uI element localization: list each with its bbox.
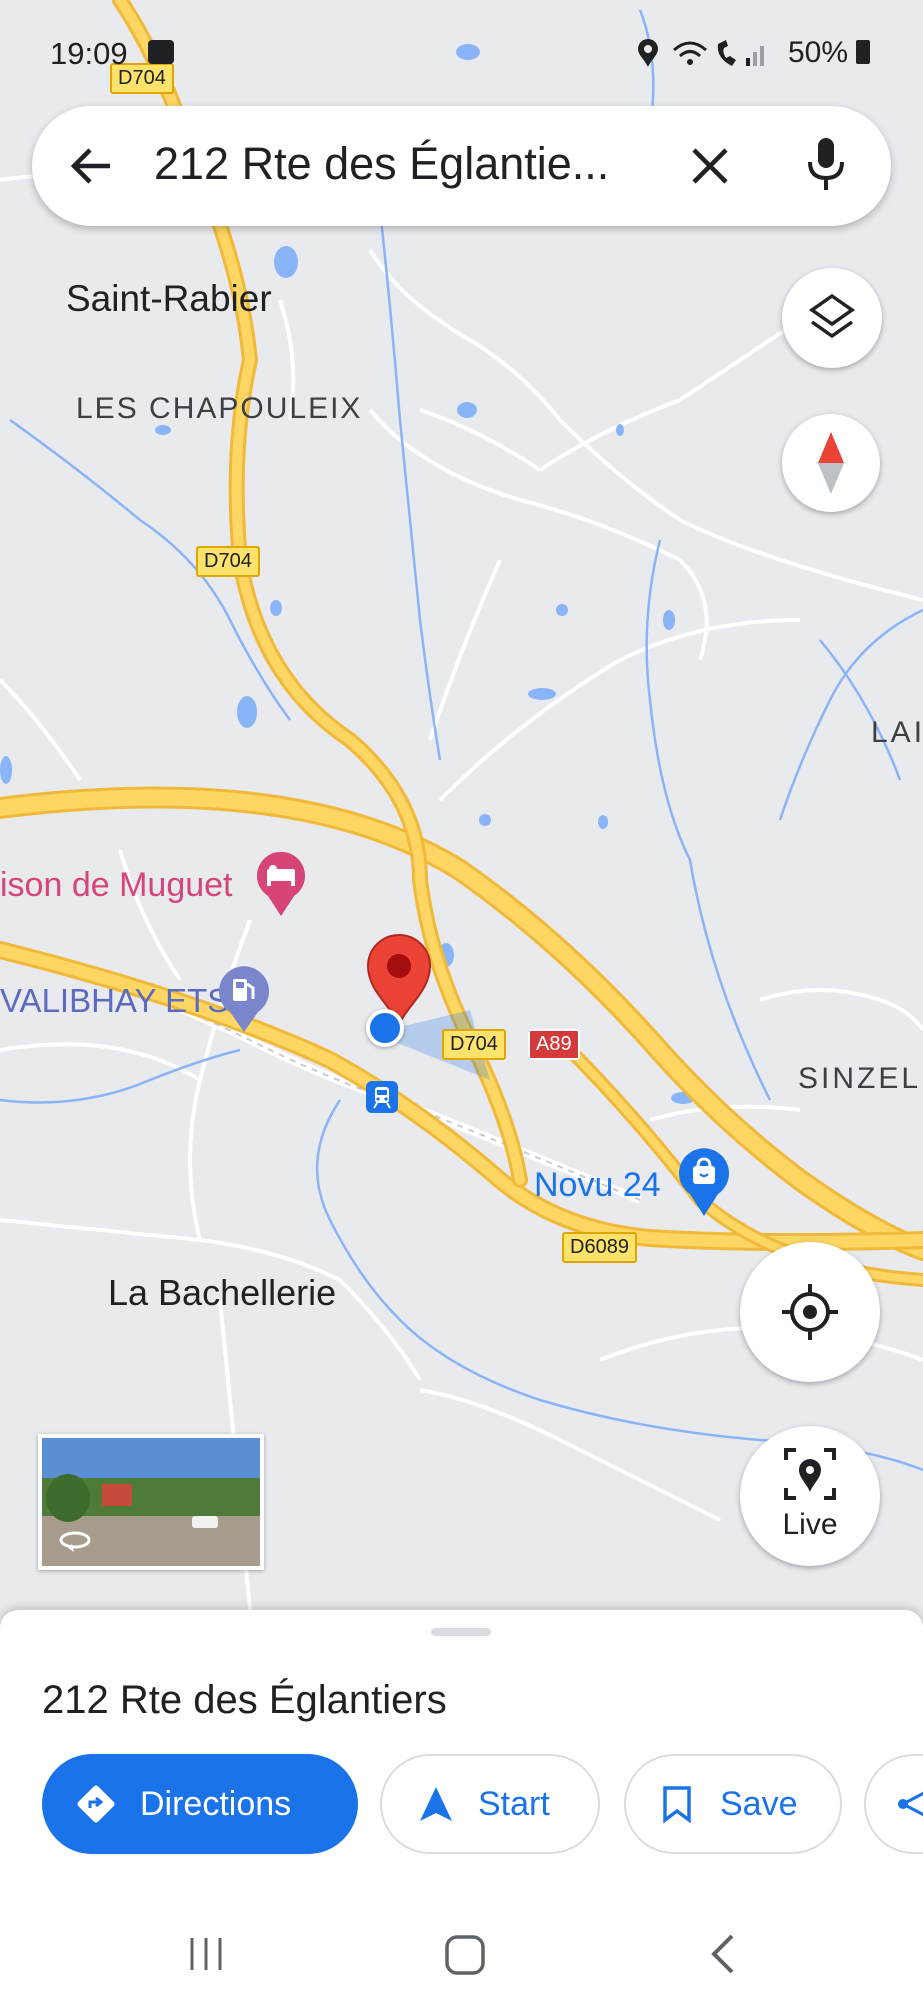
shopping-icon[interactable] <box>678 1148 730 1218</box>
road-shield-d6089: D6089 <box>562 1232 637 1263</box>
share-icon <box>898 1789 923 1819</box>
call-signal-icon <box>714 38 774 73</box>
start-label: Start <box>478 1784 550 1823</box>
wifi-calling-icon <box>672 38 712 73</box>
street-view-thumbnail[interactable] <box>38 1434 264 1570</box>
start-button[interactable]: Start <box>380 1754 600 1854</box>
recent-apps-icon[interactable] <box>186 1934 226 1979</box>
live-label: Live <box>782 1508 838 1541</box>
navigation-arrow-icon <box>418 1785 454 1823</box>
battery-icon <box>856 40 870 64</box>
poi-label-maison-de-muguet[interactable]: ison de Muguet <box>0 866 233 905</box>
layers-button[interactable] <box>782 268 882 368</box>
sheet-drag-handle[interactable] <box>431 1628 491 1636</box>
location-status-icon <box>636 38 660 73</box>
my-location-button[interactable] <box>740 1242 880 1382</box>
directions-button[interactable]: Directions <box>42 1754 358 1854</box>
train-station-icon[interactable] <box>366 1081 398 1113</box>
gallery-notification-icon <box>148 40 174 64</box>
place-label-sinzel[interactable]: SINZEL <box>798 1062 921 1096</box>
place-bottom-sheet[interactable]: 212 Rte des Églantiers Directions Start … <box>0 1610 923 1910</box>
back-arrow-icon[interactable] <box>68 142 116 195</box>
bookmark-icon <box>662 1785 692 1824</box>
layers-icon <box>808 292 856 349</box>
road-shield-d704-low: D704 <box>442 1029 506 1060</box>
directions-label: Directions <box>140 1784 292 1823</box>
gas-station-icon[interactable] <box>218 966 270 1034</box>
compass-button[interactable] <box>782 414 880 512</box>
place-label-les-chapouleix[interactable]: LES CHAPOULEIX <box>76 392 362 426</box>
save-button[interactable]: Save <box>624 1754 842 1854</box>
share-button[interactable] <box>864 1754 923 1854</box>
road-shield-d704-mid: D704 <box>196 546 260 577</box>
status-bar: 19:09 50% <box>0 30 923 80</box>
road-shield-a89: A89 <box>528 1029 580 1060</box>
home-icon[interactable] <box>444 1934 486 1981</box>
place-title: 212 Rte des Églantiers <box>42 1678 447 1722</box>
status-time: 19:09 <box>50 36 128 71</box>
save-label: Save <box>720 1784 798 1823</box>
place-label-la-bachellerie[interactable]: La Bachellerie <box>108 1272 336 1314</box>
battery-percent: 50% <box>788 36 849 69</box>
crosshair-icon <box>782 1284 838 1345</box>
place-label-lai[interactable]: LAI <box>871 716 923 750</box>
rotate-360-icon <box>58 1530 92 1557</box>
my-location-dot <box>366 1009 404 1047</box>
clear-search-icon[interactable] <box>688 144 732 193</box>
search-bar[interactable]: 212 Rte des Églantie... <box>32 106 891 226</box>
back-icon[interactable] <box>708 1932 738 1981</box>
poi-label-novu-24[interactable]: Novu 24 <box>534 1166 661 1205</box>
place-label-saint-rabier[interactable]: Saint-Rabier <box>66 278 272 320</box>
poi-label-valibhay-ets[interactable]: VALIBHAY ETS <box>0 982 229 1020</box>
directions-icon <box>76 1784 116 1824</box>
system-nav-bar <box>0 1910 923 2000</box>
compass-icon <box>816 432 846 499</box>
search-query-text[interactable]: 212 Rte des Églantie... <box>154 138 609 190</box>
live-view-button[interactable]: Live <box>740 1426 880 1566</box>
live-view-icon <box>782 1446 838 1507</box>
hotel-icon[interactable] <box>256 851 306 918</box>
microphone-icon[interactable] <box>806 136 846 199</box>
